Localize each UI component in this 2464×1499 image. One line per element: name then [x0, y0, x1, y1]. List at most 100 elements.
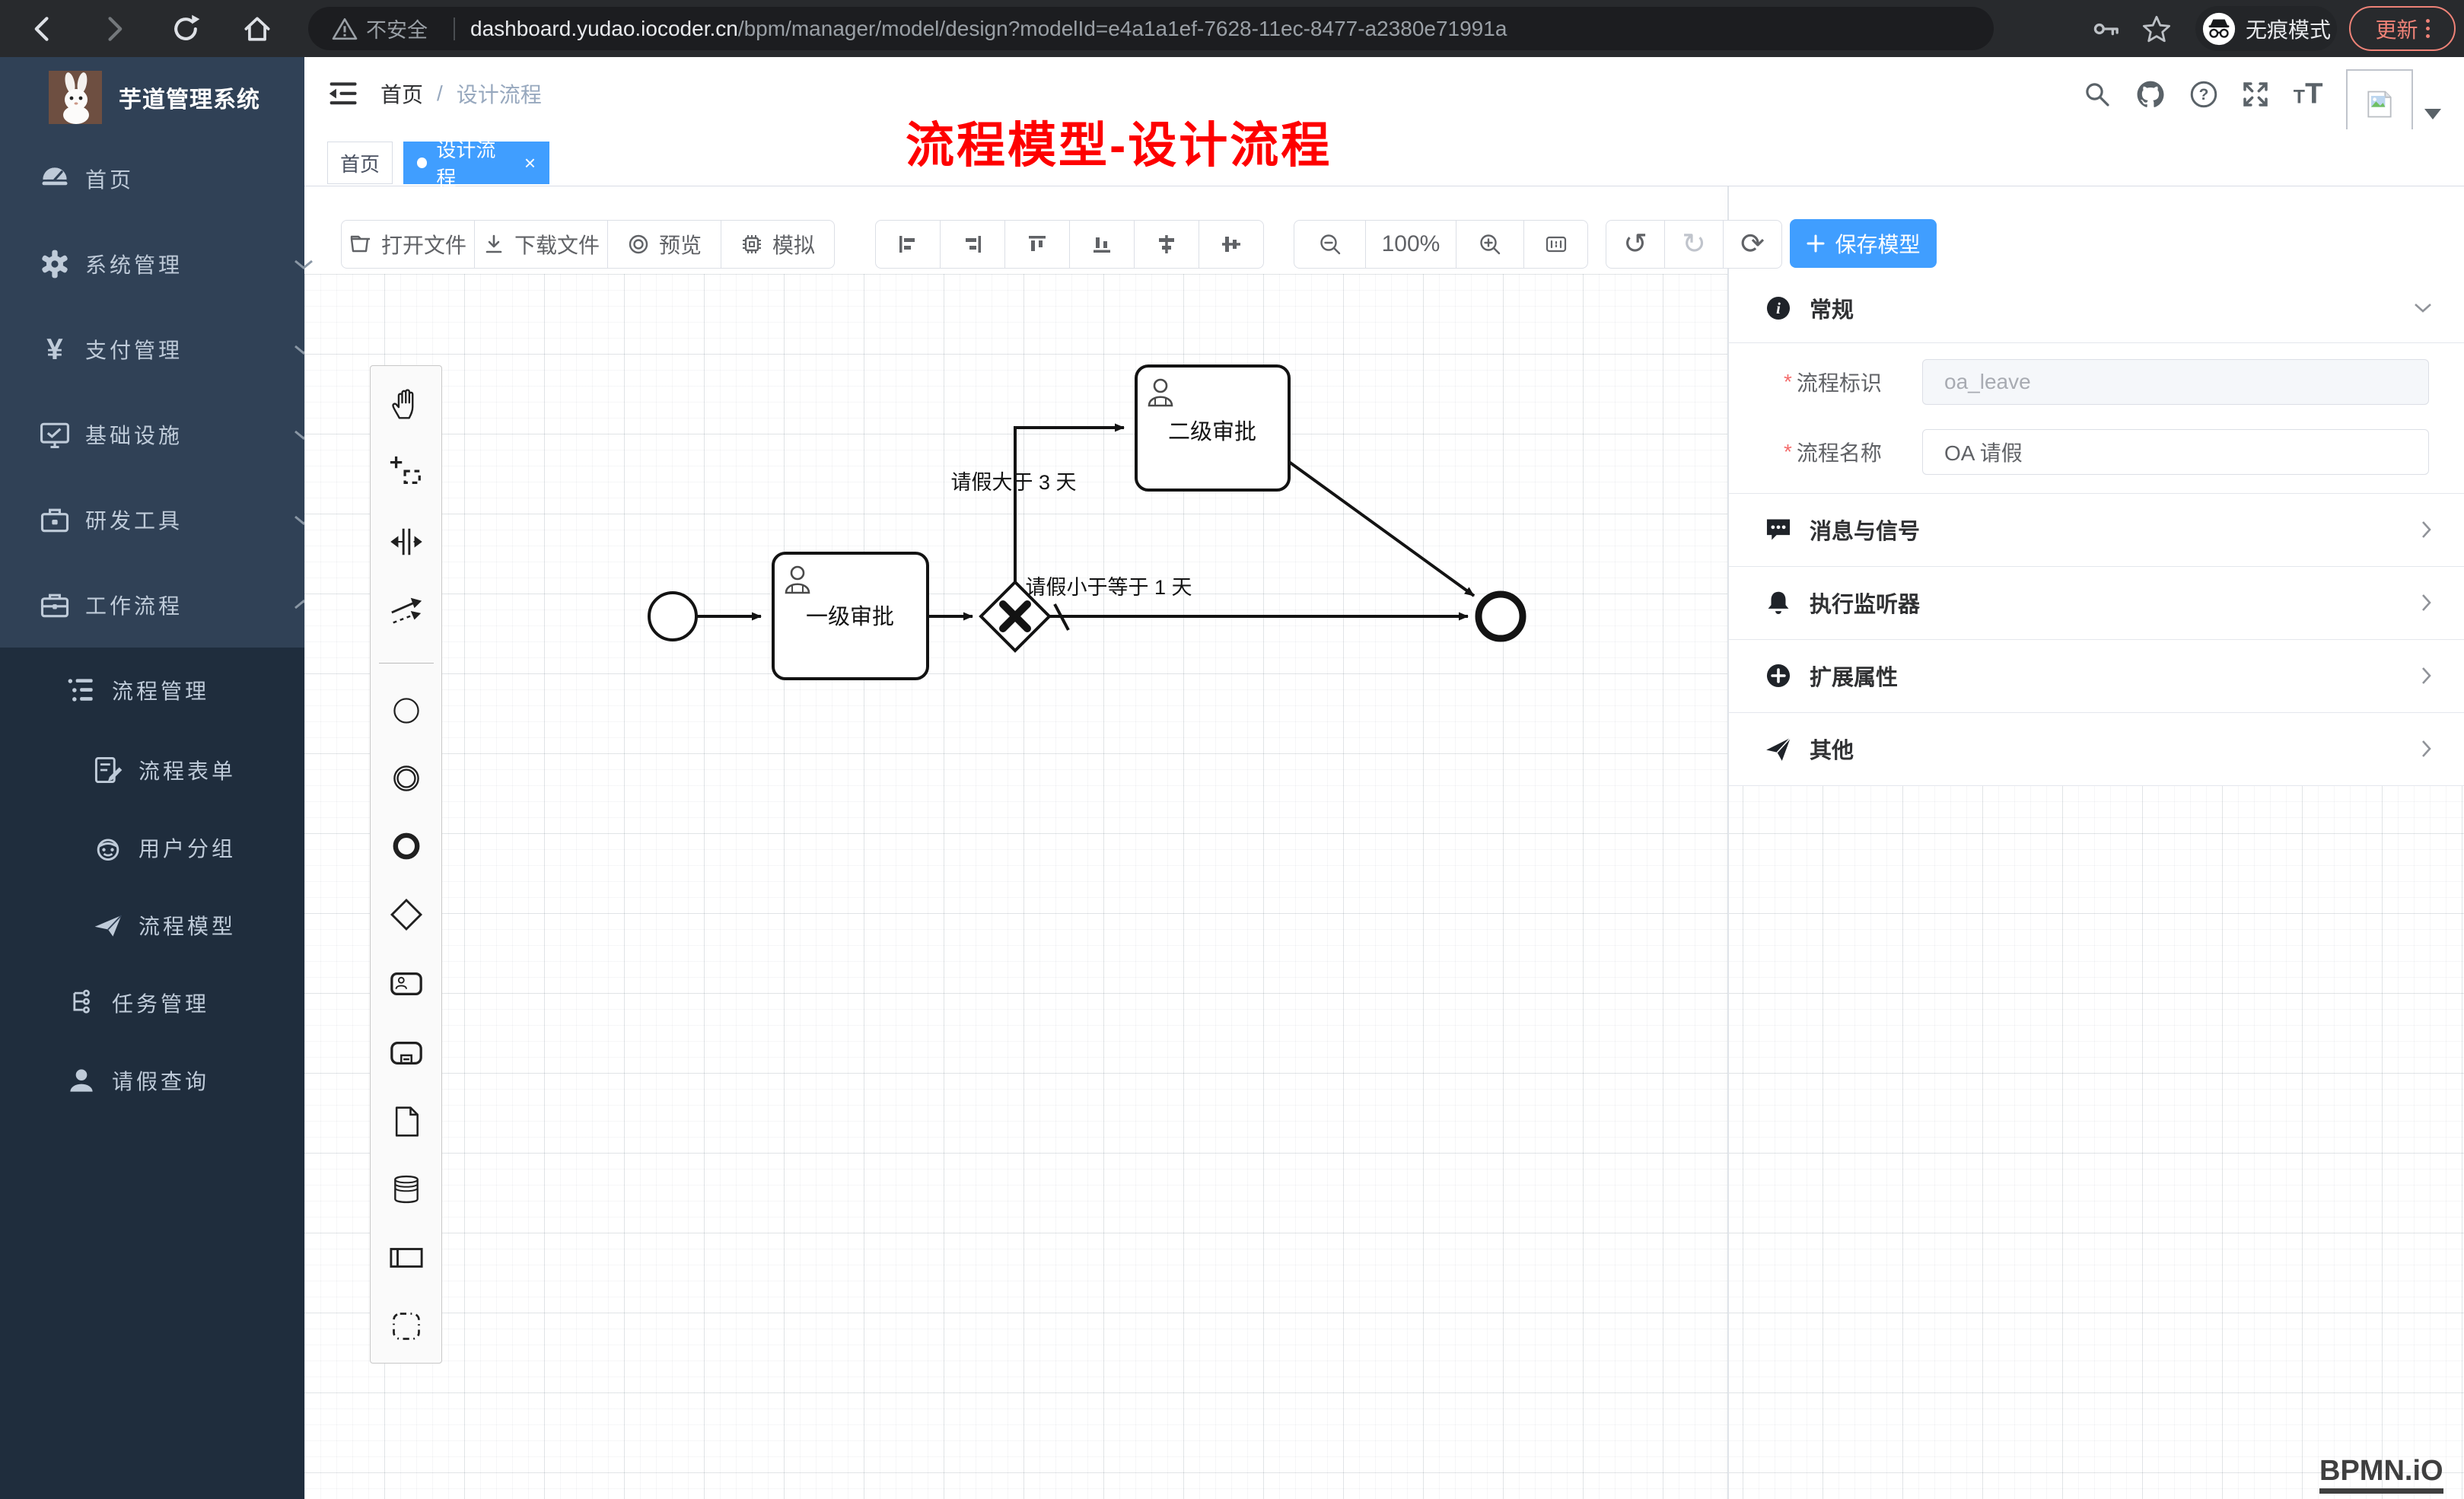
global-connect-tool[interactable] — [388, 594, 425, 629]
process-key-input[interactable] — [1922, 359, 2429, 405]
address-bar[interactable]: 不安全 dashboard.yudao.iocoder.cn/bpm/manag… — [308, 7, 1994, 50]
undo-button[interactable]: ↺ — [1606, 220, 1665, 269]
browser-menu-icon[interactable] — [2426, 19, 2430, 38]
sidebar-item-label: 用户分组 — [138, 832, 236, 863]
sidebar-item-infrastructure[interactable]: 基础设施 — [0, 393, 342, 476]
download-file-button[interactable]: 下载文件 — [474, 220, 608, 269]
flow-gateway-to-task2[interactable] — [1015, 428, 1124, 582]
section-extended-properties[interactable]: 扩展属性 — [1729, 639, 2464, 712]
info-icon: i — [1764, 294, 1793, 323]
key-icon[interactable] — [2085, 8, 2128, 50]
align-right-button[interactable] — [940, 220, 1005, 269]
sidebar-item-payment[interactable]: ¥ 支付管理 — [0, 307, 342, 391]
search-icon[interactable] — [2079, 76, 2115, 113]
section-other[interactable]: 其他 — [1729, 712, 2464, 785]
section-general-header[interactable]: i 常规 — [1729, 274, 2464, 342]
create-participant[interactable] — [388, 1240, 425, 1275]
create-end-event[interactable] — [388, 829, 425, 863]
open-file-button[interactable]: 打开文件 — [341, 220, 475, 269]
history-button-group: ↺ ↻ ⟳ — [1606, 220, 1782, 269]
preview-eye-icon — [627, 233, 650, 256]
caret-down-icon[interactable] — [2424, 109, 2441, 119]
incognito-icon — [2201, 11, 2236, 46]
create-subprocess[interactable] — [388, 1036, 425, 1071]
button-label: 保存模型 — [1835, 228, 1920, 259]
preview-button[interactable]: 预览 — [607, 220, 721, 269]
button-label: 预览 — [659, 229, 702, 259]
chip-icon — [740, 233, 763, 256]
help-icon[interactable]: ? — [2185, 76, 2222, 113]
chevron-right-icon — [2420, 665, 2434, 686]
lasso-tool[interactable] — [388, 455, 425, 490]
zoom-reset-button[interactable] — [1523, 220, 1588, 269]
section-execution-listener[interactable]: 执行监听器 — [1729, 566, 2464, 639]
zoom-level: 100% — [1365, 220, 1456, 269]
app-logo-row[interactable]: 芋道管理系统 — [0, 57, 304, 137]
end-event[interactable] — [1479, 594, 1523, 638]
font-size-icon[interactable]: TT — [2289, 76, 2326, 113]
tab-design-process[interactable]: 设计流程 × — [403, 142, 549, 184]
create-user-task[interactable] — [388, 966, 425, 1001]
hand-tool[interactable] — [388, 387, 425, 421]
redo-icon: ↻ — [1682, 230, 1706, 259]
create-data-object[interactable] — [388, 1105, 425, 1138]
fullscreen-icon[interactable] — [2237, 76, 2274, 113]
browser-update-button[interactable]: 更新 — [2349, 6, 2456, 51]
space-tool[interactable] — [388, 524, 425, 559]
breadcrumb-home[interactable]: 首页 — [380, 78, 423, 109]
align-button-group — [875, 220, 1264, 269]
breadcrumb: 首页 / 设计流程 — [380, 57, 542, 129]
create-intermediate-event[interactable] — [388, 762, 425, 795]
close-icon[interactable]: × — [524, 151, 536, 175]
section-label: 扩展属性 — [1810, 660, 1898, 692]
forward-icon[interactable] — [93, 8, 135, 50]
active-dot-icon — [417, 158, 427, 168]
sidebar-item-label: 请假查询 — [112, 1065, 209, 1096]
bpmn-io-watermark[interactable]: BPMN.iO — [2319, 1455, 2443, 1494]
field-label: 流程标识 — [1797, 367, 1911, 397]
reload-icon[interactable] — [164, 8, 207, 50]
home-icon[interactable] — [236, 8, 279, 50]
user-task-level2[interactable]: 二级审批 — [1136, 366, 1289, 490]
align-bottom-button[interactable] — [1069, 220, 1135, 269]
process-name-input[interactable] — [1922, 429, 2429, 475]
sidebar-item-system[interactable]: 系统管理 — [0, 222, 342, 306]
not-secure-label: 不安全 — [366, 14, 428, 43]
zoom-out-button[interactable] — [1294, 220, 1366, 269]
align-top-button[interactable] — [1004, 220, 1070, 269]
not-secure-icon — [331, 15, 358, 43]
hamburger-collapse-icon[interactable] — [326, 75, 362, 112]
simulate-button[interactable]: 模拟 — [721, 220, 835, 269]
section-label: 常规 — [1810, 292, 1854, 324]
save-model-button[interactable]: 保存模型 — [1790, 219, 1937, 268]
create-data-store[interactable] — [388, 1173, 425, 1206]
start-event[interactable] — [649, 593, 696, 640]
github-icon[interactable] — [2132, 76, 2169, 113]
create-group[interactable] — [388, 1310, 425, 1343]
align-center-horizontal-button[interactable] — [1134, 220, 1199, 269]
flow-label-gt3[interactable]: 请假大于 3 天 — [950, 471, 1076, 494]
refresh-button[interactable]: ⟳ — [1723, 220, 1782, 269]
zoom-in-button[interactable] — [1456, 220, 1524, 269]
create-start-event[interactable] — [388, 694, 425, 727]
sidebar-item-label: 流程模型 — [138, 910, 236, 940]
app-header: 首页 / 设计流程 ? TT — [304, 57, 2464, 129]
bookmark-star-icon[interactable] — [2135, 8, 2178, 50]
sidebar-item-label: 流程表单 — [138, 755, 236, 785]
field-process-name: * 流程名称 — [1729, 429, 2464, 475]
sidebar-item-home[interactable]: 首页 — [0, 137, 342, 221]
back-icon[interactable] — [21, 8, 64, 50]
redo-button[interactable]: ↻ — [1664, 220, 1724, 269]
flow-label-le1[interactable]: 请假小于等于 1 天 — [1025, 576, 1192, 599]
flow-task2-to-end[interactable] — [1289, 462, 1474, 596]
align-center-vertical-button[interactable] — [1199, 220, 1264, 269]
user-task-level1[interactable]: 一级审批 — [773, 553, 928, 679]
sidebar-item-devtools[interactable]: 研发工具 — [0, 478, 342, 562]
create-gateway[interactable] — [388, 897, 425, 932]
tab-home[interactable]: 首页 — [327, 142, 393, 184]
section-message-signal[interactable]: 消息与信号 — [1729, 493, 2464, 566]
url-path: /bpm/manager/model/design?modelId=e4a1a1… — [738, 17, 1507, 41]
align-left-button[interactable] — [875, 220, 941, 269]
sidebar-item-workflow[interactable]: 工作流程 — [0, 563, 342, 647]
dashboard-icon — [38, 162, 72, 196]
